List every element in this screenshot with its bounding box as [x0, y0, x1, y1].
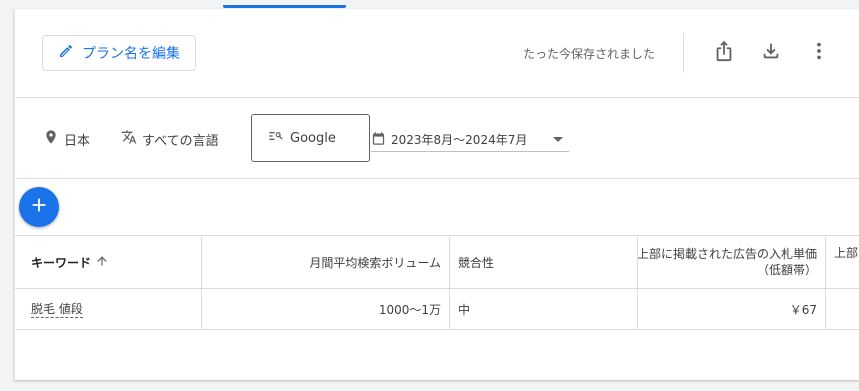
header-top-bid-low[interactable]: 上部に掲載された広告の入札単価 （低額帯） — [638, 236, 826, 288]
download-button[interactable] — [757, 39, 785, 67]
competition-cell: 中 — [450, 289, 638, 329]
header-competition[interactable]: 競合性 — [450, 236, 638, 288]
header-competition-label: 競合性 — [458, 255, 495, 270]
toolbar-divider — [683, 33, 684, 73]
share-button[interactable] — [710, 39, 738, 67]
network-filter-label: Google — [290, 130, 336, 146]
header-avg-monthly-searches-label: 月間平均検索ボリューム — [309, 255, 441, 270]
header-keyword-label: キーワード — [31, 255, 92, 270]
download-icon — [760, 40, 782, 66]
search-network-icon — [268, 128, 284, 148]
more-options-button[interactable] — [805, 39, 833, 67]
header-top-bid-low-line2: （低額帯） — [756, 263, 817, 277]
location-filter-label: 日本 — [64, 133, 91, 149]
language-filter-label: すべての言語 — [142, 133, 219, 149]
dropdown-arrow-icon — [553, 137, 563, 142]
top-bid-low-cell: ￥67 — [638, 289, 826, 329]
calendar-icon — [371, 131, 386, 149]
network-filter[interactable]: Google — [251, 114, 370, 162]
keyword-cell: 脱毛 値段 — [15, 289, 202, 329]
avg-monthly-searches-cell: 1000～1万 — [202, 289, 450, 329]
header-top-bid-high-label: 上部に掲載された広告の入札単価（高額帯） — [834, 246, 859, 260]
header-keyword[interactable]: キーワード — [15, 236, 202, 288]
more-vert-icon — [808, 40, 830, 66]
location-pin-icon — [43, 129, 59, 149]
date-range-label: 2023年8月～2024年7月 — [391, 133, 528, 147]
save-status-text: たった今保存されました — [523, 47, 656, 61]
header-top-bid-high[interactable]: 上部に掲載された広告の入札単価（高額帯） — [826, 236, 859, 288]
pencil-icon — [58, 43, 74, 63]
edit-plan-name-button[interactable]: プラン名を編集 — [42, 35, 196, 71]
translate-icon — [121, 129, 137, 149]
plus-icon — [28, 194, 50, 220]
toolbar-bottom-divider — [15, 97, 859, 98]
filter-bottom-divider — [15, 178, 859, 179]
share-icon — [713, 40, 735, 66]
add-keyword-button[interactable] — [19, 187, 59, 227]
header-avg-monthly-searches[interactable]: 月間平均検索ボリューム — [202, 236, 450, 288]
top-bid-high-cell — [826, 289, 859, 329]
header-top-bid-low-line1: 上部に掲載された広告の入札単価 — [638, 247, 817, 261]
arrow-up-icon — [95, 254, 109, 271]
language-filter[interactable]: すべての言語 — [121, 129, 219, 149]
table-row: 脱毛 値段 1000～1万 中 ￥67 — [15, 289, 859, 330]
keyword-link[interactable]: 脱毛 値段 — [31, 300, 83, 318]
location-filter[interactable]: 日本 — [43, 129, 90, 149]
plan-card: プラン名を編集 たった今保存されました 日本 すべての言語 Google 202… — [14, 9, 859, 380]
active-tab-indicator — [223, 5, 346, 8]
keyword-table: キーワード 月間平均検索ボリューム 競合性 上部に掲載された広告の入札単価 （低… — [15, 235, 859, 330]
date-range-selector[interactable]: 2023年8月～2024年7月 — [371, 128, 569, 152]
table-header-row: キーワード 月間平均検索ボリューム 競合性 上部に掲載された広告の入札単価 （低… — [15, 235, 859, 289]
edit-plan-name-label: プラン名を編集 — [82, 46, 180, 62]
